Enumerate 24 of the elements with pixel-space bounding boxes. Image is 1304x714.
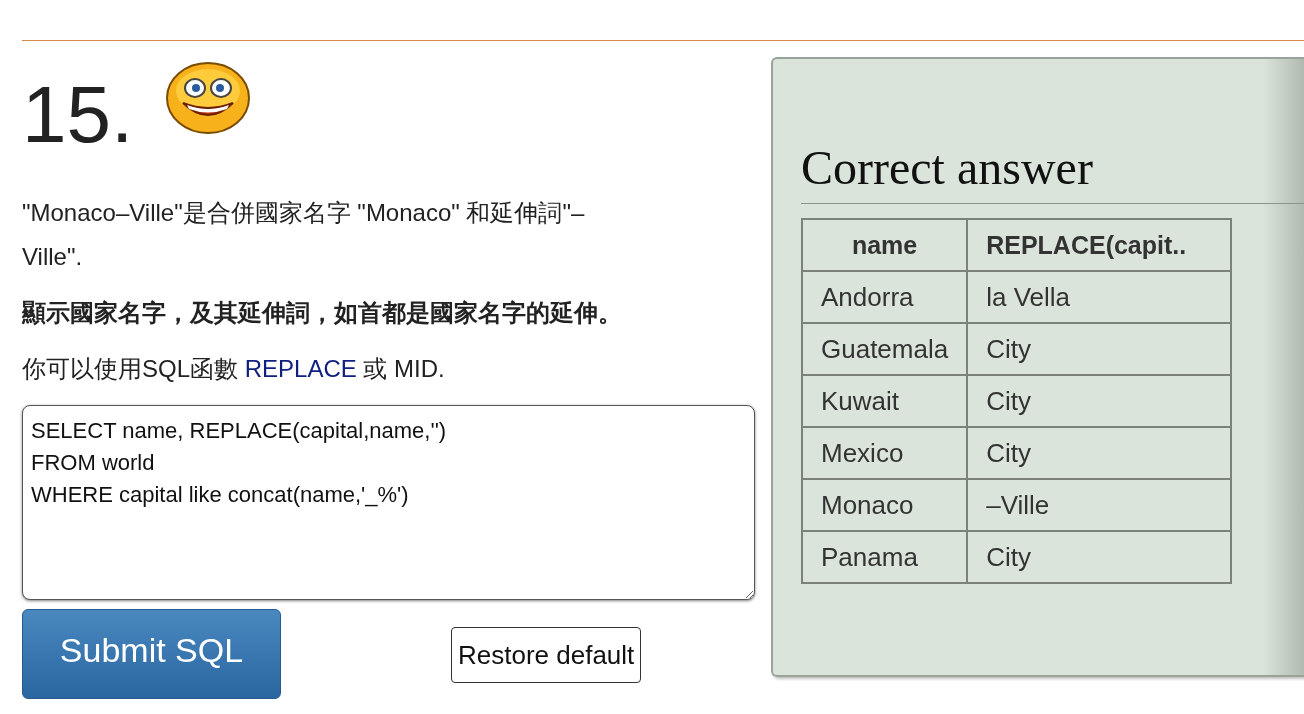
replace-link[interactable]: REPLACE (244, 355, 357, 382)
question-number: 15. (22, 75, 134, 155)
smiley-icon (165, 61, 252, 135)
table-cell: City (967, 323, 1232, 375)
table-cell: –Ville (967, 479, 1232, 531)
table-cell: Monaco (802, 479, 968, 531)
table-cell: la Vella (967, 271, 1232, 323)
hint-text: 你可以使用SQL函數 REPLACE 或 MID. (22, 354, 446, 384)
sql-editor[interactable]: SELECT name, REPLACE(capital,name,'') FROM world WHERE capital like concat(name,'_%') (22, 405, 755, 600)
table-cell: Mexico (802, 427, 968, 479)
intro-text: "Monaco–Ville"是合併國家名字 "Monaco" 和延伸詞"–Ville". (22, 198, 586, 272)
column-header: REPLACE(capit.. (967, 219, 1232, 271)
task-text: 顯示國家名字，及其延伸詞，如首都是國家名字的延伸。 (22, 298, 623, 328)
table-cell: Kuwait (802, 375, 968, 427)
table-cell: City (967, 427, 1232, 479)
column-header: name (802, 219, 968, 271)
table-cell: City (967, 375, 1232, 427)
table-cell: City (967, 531, 1232, 583)
restore-button[interactable]: Restore default (451, 627, 642, 683)
table-cell: Guatemala (802, 323, 968, 375)
answer-title: Correct answer (801, 139, 1304, 204)
table-cell: Panama (802, 531, 968, 583)
submit-button[interactable]: Submit SQL (22, 609, 281, 699)
table-cell: Andorra (802, 271, 968, 323)
